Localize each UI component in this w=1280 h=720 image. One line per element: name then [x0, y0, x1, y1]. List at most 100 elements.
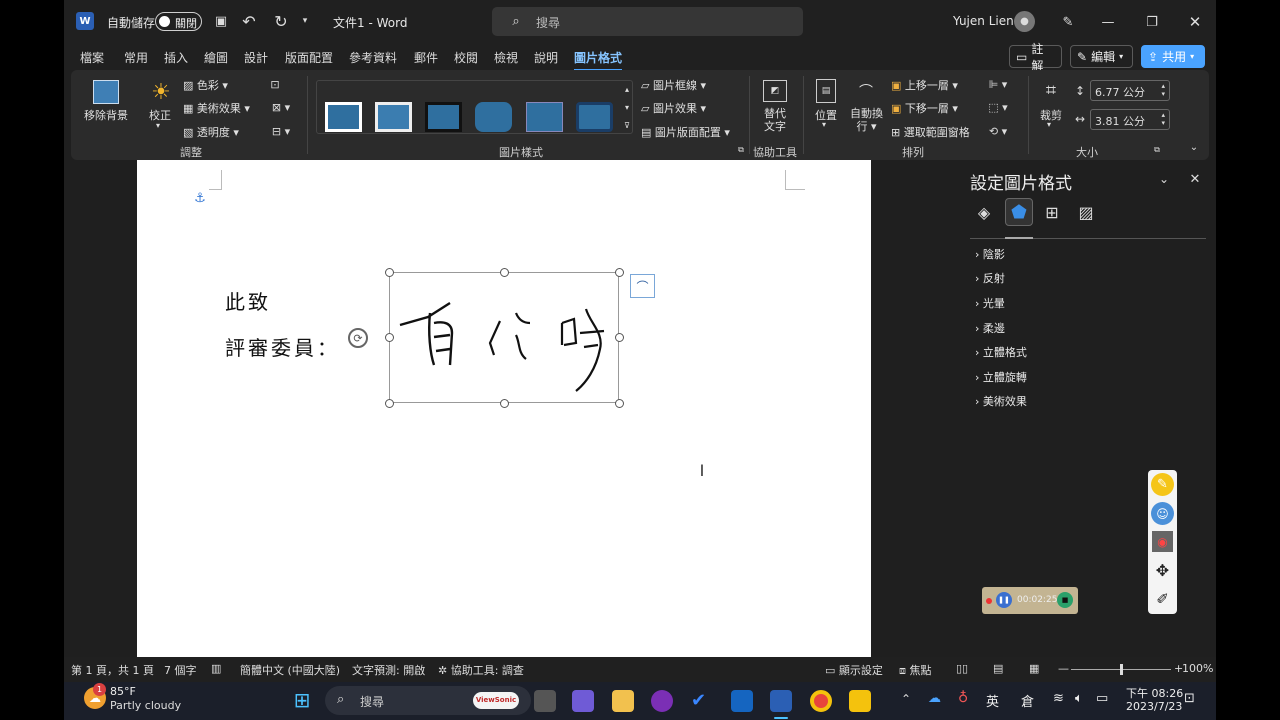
comments-button[interactable]: ▭ 註解 — [1009, 42, 1062, 73]
remove-background-button[interactable]: 移除背景 — [84, 107, 128, 123]
dialog-launcher-icon[interactable]: ⧉ — [736, 144, 746, 156]
microphone-icon[interactable]: ♁ — [958, 690, 968, 706]
send-backward-button[interactable]: ▣ 下移一層 ▾ — [891, 100, 958, 116]
resize-handle-r[interactable] — [615, 333, 624, 342]
transparency-button[interactable]: ▧ 透明度 ▾ — [183, 124, 239, 140]
signature-image[interactable] — [385, 268, 624, 408]
tab-help[interactable]: 說明 — [534, 49, 558, 66]
tab-layout[interactable]: 版面配置 — [285, 49, 333, 66]
section-glow[interactable]: › 光暈 — [975, 295, 1005, 311]
language[interactable]: 簡體中文 (中國大陸) — [240, 662, 340, 678]
battery-icon[interactable]: ▭ — [1096, 691, 1108, 706]
word-count[interactable]: 7 個字 — [164, 662, 197, 678]
rotate-icon[interactable]: ⟲ ▾ — [983, 123, 1013, 139]
width-input[interactable]: 3.81 公分 ▴ ▾ — [1090, 109, 1170, 130]
picture-icon[interactable]: ▨ — [1074, 200, 1098, 224]
picture-layout-button[interactable]: ▤ 圖片版面配置 ▾ — [641, 124, 730, 140]
eraser-icon[interactable]: ✐ — [1151, 587, 1174, 610]
resize-handle-t[interactable] — [500, 268, 509, 277]
zoom-slider-thumb[interactable] — [1120, 664, 1123, 675]
teams-icon[interactable] — [572, 690, 594, 712]
align-icon[interactable]: ⊫ ▾ — [983, 76, 1013, 92]
user-name[interactable]: Yujen Lien — [953, 14, 1014, 28]
resize-handle-tl[interactable] — [385, 268, 394, 277]
gallery-scroll-down-icon[interactable]: ▾ — [621, 100, 633, 114]
clock-date[interactable]: 2023/7/23 — [1126, 700, 1182, 713]
section-shadow[interactable]: › 陰影 — [975, 246, 1005, 262]
gallery-scroll-up-icon[interactable]: ▴ — [621, 82, 633, 96]
size-dialog-launcher-icon[interactable]: ⧉ — [1152, 144, 1162, 156]
accessibility-status[interactable]: ✲ 協助工具: 調查 — [438, 662, 524, 678]
taskbar-search[interactable]: ⌕ 搜尋 ViewSonic — [325, 686, 531, 715]
notifications-icon[interactable]: ⊡ — [1184, 691, 1195, 706]
restore-icon[interactable]: ❐ — [1142, 12, 1162, 32]
resize-handle-bl[interactable] — [385, 399, 394, 408]
chevron-up-icon[interactable]: ⌃ — [901, 692, 911, 706]
proofing-icon[interactable]: ▥ — [211, 662, 221, 675]
move-icon[interactable]: ✥ — [1151, 559, 1174, 582]
picture-style-3[interactable] — [425, 102, 462, 132]
wifi-icon[interactable]: ≋ — [1053, 691, 1064, 706]
close-icon[interactable]: ✕ — [1185, 12, 1205, 32]
picture-style-6[interactable] — [576, 102, 613, 132]
read-mode-icon[interactable]: ▯▯ — [956, 662, 968, 675]
section-3d-rotation[interactable]: › 立體旋轉 — [975, 369, 1027, 385]
section-artistic-effects[interactable]: › 美術效果 — [975, 393, 1027, 409]
display-settings[interactable]: ▭ 顯示設定 — [825, 662, 883, 678]
reset-picture-icon[interactable]: ⊟ ▾ — [267, 123, 295, 139]
section-reflection[interactable]: › 反射 — [975, 270, 1005, 286]
picture-style-5[interactable] — [526, 102, 563, 132]
zoom-level[interactable]: 100% — [1182, 662, 1213, 675]
gallery-more-icon[interactable]: ⊽ — [621, 118, 633, 132]
customize-qat-icon[interactable]: ▾ — [298, 13, 312, 29]
autosave-toggle[interactable]: 關閉 — [155, 12, 202, 31]
tab-draw[interactable]: 繪圖 — [204, 49, 228, 66]
picture-effects-button[interactable]: ▱ 圖片效果 ▾ — [641, 100, 706, 116]
effects-icon[interactable]: ⬟ — [1005, 198, 1033, 226]
resize-handle-br[interactable] — [615, 399, 624, 408]
web-layout-icon[interactable]: ▦ — [1029, 662, 1039, 675]
picture-border-button[interactable]: ▱ 圖片框線 ▾ — [641, 77, 706, 93]
layout-options-icon[interactable]: ⌒ — [630, 274, 655, 298]
outlook-icon[interactable] — [731, 690, 753, 712]
undo-icon[interactable]: ↶ — [238, 11, 260, 31]
todo-icon[interactable]: ✔ — [691, 690, 713, 712]
tab-references[interactable]: 參考資料 — [349, 49, 397, 66]
tab-file[interactable]: 檔案 — [80, 49, 104, 66]
weather-desc[interactable]: Partly cloudy — [110, 699, 181, 712]
focus-button[interactable]: ⧈ 焦點 — [899, 662, 932, 678]
pen-icon[interactable]: ✎ — [1058, 12, 1078, 32]
chrome-icon[interactable] — [810, 690, 832, 712]
layout-properties-icon[interactable]: ⊞ — [1040, 200, 1064, 224]
onedrive-icon[interactable]: ☁ — [928, 691, 941, 706]
tab-review[interactable]: 校閱 — [454, 49, 478, 66]
stop-icon[interactable]: ■ — [1057, 592, 1073, 608]
section-soft-edges[interactable]: › 柔邊 — [975, 320, 1005, 336]
tab-mailings[interactable]: 郵件 — [414, 49, 438, 66]
screen-record-icon[interactable]: ◉ — [1152, 531, 1173, 552]
notes-icon[interactable] — [849, 690, 871, 712]
file-explorer-icon[interactable] — [612, 690, 634, 712]
zoom-out-icon[interactable]: — — [1058, 662, 1069, 675]
pane-options-icon[interactable]: ⌄ — [1157, 172, 1171, 186]
compress-pictures-icon[interactable]: ⊡ — [267, 76, 283, 92]
picture-style-2[interactable] — [375, 102, 412, 132]
minimize-icon[interactable]: — — [1098, 12, 1118, 32]
section-3d-format[interactable]: › 立體格式 — [975, 344, 1027, 360]
highlighter-icon[interactable]: ✎ — [1151, 473, 1174, 496]
redo-icon[interactable]: ↻ — [270, 11, 292, 31]
alt-text-button[interactable]: 替代 文字 — [764, 107, 786, 133]
resize-handle-l[interactable] — [385, 333, 394, 342]
word-taskbar-icon[interactable] — [770, 690, 792, 712]
tab-insert[interactable]: 插入 — [164, 49, 188, 66]
ime-input[interactable]: 倉 — [1021, 691, 1034, 710]
color-button[interactable]: ▨ 色彩 ▾ — [183, 77, 228, 93]
start-icon[interactable]: ⊞ — [291, 688, 313, 712]
participants-icon[interactable]: ☺ — [1151, 502, 1174, 525]
wrap-text-button[interactable]: 自動換行 ▾ — [850, 107, 883, 133]
fill-line-icon[interactable]: ◈ — [972, 200, 996, 224]
app-w-icon[interactable] — [651, 690, 673, 712]
editing-button[interactable]: ✎ 編輯 ▾ — [1070, 45, 1133, 68]
document-page[interactable]: ⚓ 此致 評審委員： ⟳ ⌒ I — [137, 160, 871, 657]
avatar[interactable]: ● — [1014, 11, 1035, 32]
